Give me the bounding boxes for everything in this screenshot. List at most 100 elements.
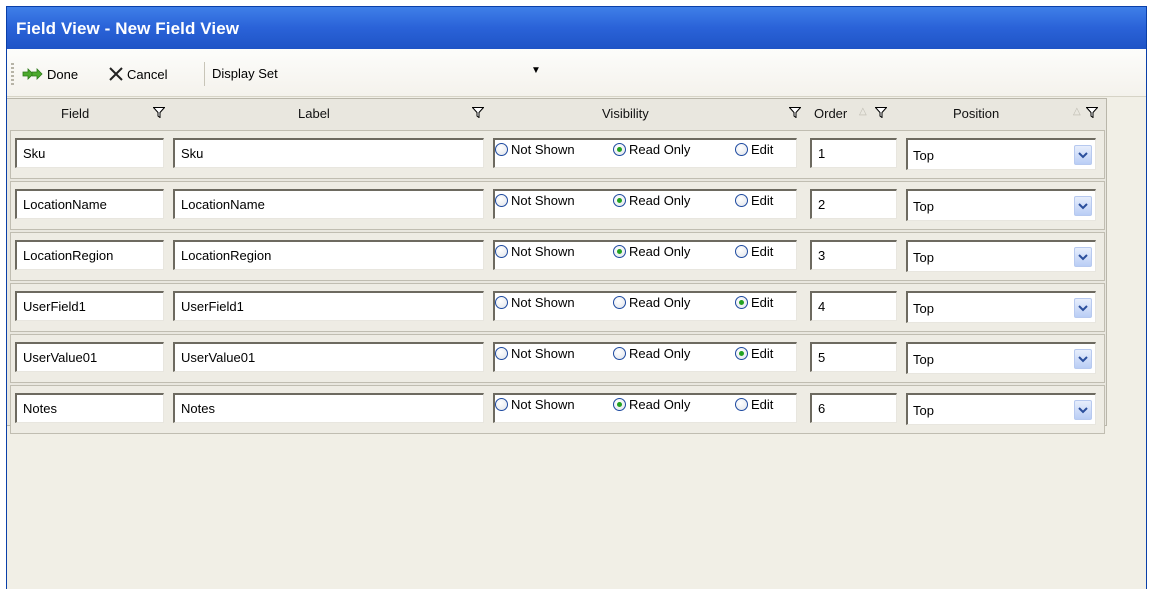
chevron-down-icon[interactable] <box>1074 400 1092 420</box>
visibility-option-not-shown[interactable]: Not Shown <box>495 293 575 311</box>
radio-button[interactable] <box>495 295 508 309</box>
field-name-input[interactable]: Sku <box>15 138 164 168</box>
position-select[interactable]: Top <box>906 291 1096 323</box>
filter-icon[interactable] <box>153 107 165 118</box>
radio-button[interactable] <box>495 193 508 207</box>
order-input[interactable]: 5 <box>810 342 897 372</box>
radio-button[interactable] <box>735 193 748 207</box>
radio-button[interactable] <box>495 397 508 411</box>
position-select[interactable]: Top <box>906 393 1096 425</box>
filter-icon[interactable] <box>1086 107 1098 118</box>
filter-icon[interactable] <box>875 107 887 118</box>
radio-label: Read Only <box>629 396 691 412</box>
field-name-input[interactable]: UserValue01 <box>15 342 164 372</box>
visibility-option-not-shown[interactable]: Not Shown <box>495 344 575 362</box>
position-select[interactable]: Top <box>906 342 1096 374</box>
sort-icon[interactable]: △ <box>1073 106 1081 117</box>
label-input[interactable]: UserField1 <box>173 291 484 321</box>
radio-label: Edit <box>751 396 774 412</box>
field-name-input[interactable]: LocationRegion <box>15 240 164 270</box>
column-header-position[interactable]: Position △ <box>905 99 1105 125</box>
position-select[interactable]: Top <box>906 189 1096 221</box>
radio-button[interactable] <box>613 142 626 156</box>
done-button[interactable]: Done <box>22 64 78 84</box>
chevron-down-icon[interactable] <box>1074 145 1092 165</box>
radio-button[interactable] <box>495 346 508 360</box>
label-input[interactable]: UserValue01 <box>173 342 484 372</box>
visibility-option-read-only[interactable]: Read Only <box>613 293 690 311</box>
visibility-radio-group: Not Shown Read Only Edit <box>493 393 797 423</box>
filter-icon[interactable] <box>789 107 801 118</box>
position-value: Top <box>913 148 934 163</box>
radio-button[interactable] <box>735 397 748 411</box>
visibility-option-edit[interactable]: Edit <box>735 293 773 311</box>
order-input[interactable]: 2 <box>810 189 897 219</box>
radio-button[interactable] <box>495 142 508 156</box>
radio-label: Read Only <box>629 192 691 208</box>
radio-label: Read Only <box>629 294 691 310</box>
visibility-option-not-shown[interactable]: Not Shown <box>495 140 575 158</box>
radio-button[interactable] <box>495 244 508 258</box>
table-row: Notes Notes Not Shown Read Only Edit 6 Top <box>10 385 1105 434</box>
radio-label: Edit <box>751 192 774 208</box>
visibility-option-not-shown[interactable]: Not Shown <box>495 395 575 413</box>
sort-icon[interactable]: △ <box>859 106 867 117</box>
radio-button[interactable] <box>735 346 748 360</box>
radio-label: Edit <box>751 294 774 310</box>
filter-icon[interactable] <box>472 107 484 118</box>
visibility-option-read-only[interactable]: Read Only <box>613 344 690 362</box>
order-input[interactable]: 6 <box>810 393 897 423</box>
order-input[interactable]: 3 <box>810 240 897 270</box>
radio-button[interactable] <box>613 346 626 360</box>
chevron-down-icon[interactable]: ▼ <box>531 65 541 76</box>
visibility-option-read-only[interactable]: Read Only <box>613 242 690 260</box>
visibility-option-not-shown[interactable]: Not Shown <box>495 242 575 260</box>
label-input[interactable]: LocationName <box>173 189 484 219</box>
radio-button[interactable] <box>613 295 626 309</box>
label-input[interactable]: Sku <box>173 138 484 168</box>
visibility-option-read-only[interactable]: Read Only <box>613 395 690 413</box>
order-input[interactable]: 1 <box>810 138 897 168</box>
chevron-down-icon[interactable] <box>1074 247 1092 267</box>
position-select[interactable]: Top <box>906 138 1096 170</box>
field-name-input[interactable]: LocationName <box>15 189 164 219</box>
radio-button[interactable] <box>735 142 748 156</box>
label-input[interactable]: LocationRegion <box>173 240 484 270</box>
visibility-option-edit[interactable]: Edit <box>735 242 773 260</box>
radio-label: Edit <box>751 345 774 361</box>
cancel-button[interactable]: Cancel <box>108 64 167 84</box>
chevron-down-icon[interactable] <box>1074 349 1092 369</box>
radio-label: Read Only <box>629 345 691 361</box>
visibility-radio-group: Not Shown Read Only Edit <box>493 240 797 270</box>
visibility-option-read-only[interactable]: Read Only <box>613 140 690 158</box>
field-name-input[interactable]: UserField1 <box>15 291 164 321</box>
visibility-option-read-only[interactable]: Read Only <box>613 191 690 209</box>
column-header-label[interactable]: Label <box>175 99 489 125</box>
radio-button[interactable] <box>613 397 626 411</box>
order-input[interactable]: 4 <box>810 291 897 321</box>
display-set-dropdown[interactable]: Display Set <box>212 66 278 81</box>
visibility-option-not-shown[interactable]: Not Shown <box>495 191 575 209</box>
toolbar-grip[interactable] <box>11 63 14 85</box>
double-arrow-icon <box>22 68 43 80</box>
visibility-option-edit[interactable]: Edit <box>735 191 773 209</box>
radio-button[interactable] <box>613 244 626 258</box>
chevron-down-icon[interactable] <box>1074 196 1092 216</box>
visibility-option-edit[interactable]: Edit <box>735 395 773 413</box>
visibility-option-edit[interactable]: Edit <box>735 344 773 362</box>
field-name-input[interactable]: Notes <box>15 393 164 423</box>
radio-button[interactable] <box>735 295 748 309</box>
column-header-visibility[interactable]: Visibility <box>495 99 805 125</box>
radio-label: Not Shown <box>511 243 575 259</box>
column-header-order[interactable]: Order △ <box>807 99 901 125</box>
label-input[interactable]: Notes <box>173 393 484 423</box>
table-row: Sku Sku Not Shown Read Only Edit 1 Top <box>10 130 1105 179</box>
chevron-down-icon[interactable] <box>1074 298 1092 318</box>
position-value: Top <box>913 352 934 367</box>
column-header-field[interactable]: Field <box>7 99 167 125</box>
radio-label: Not Shown <box>511 396 575 412</box>
position-select[interactable]: Top <box>906 240 1096 272</box>
visibility-option-edit[interactable]: Edit <box>735 140 773 158</box>
radio-button[interactable] <box>735 244 748 258</box>
radio-button[interactable] <box>613 193 626 207</box>
